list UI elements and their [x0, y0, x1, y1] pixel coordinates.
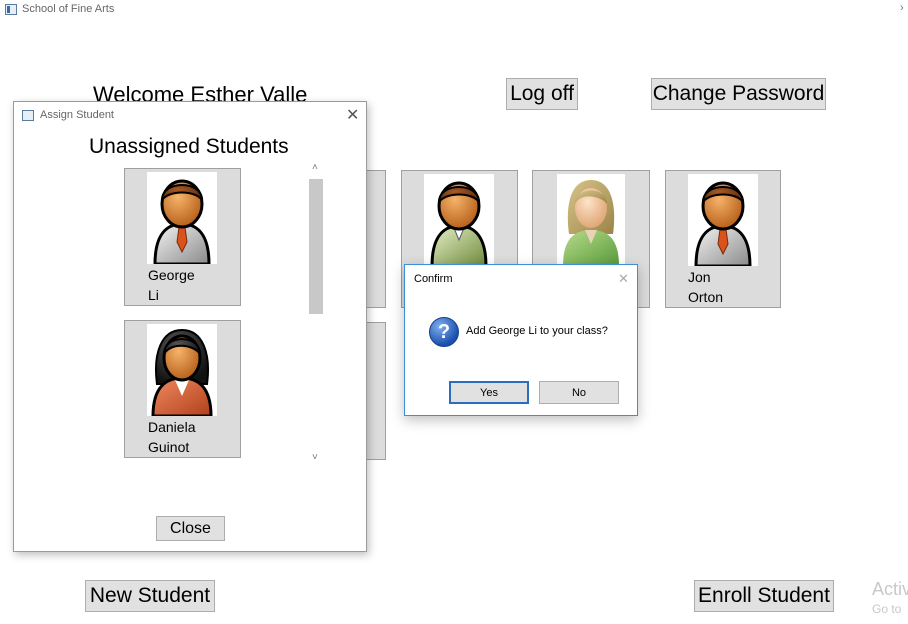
- student-avatar: [147, 324, 217, 416]
- student-last-name: Guinot: [148, 439, 190, 455]
- scrollbar-thumb[interactable]: [309, 179, 323, 314]
- dialog-title: Assign Student: [40, 109, 114, 121]
- unassigned-student-tile[interactable]: George Li: [124, 168, 241, 306]
- close-icon[interactable]: ✕: [618, 271, 629, 287]
- activation-watermark-title: Activ: [872, 579, 908, 599]
- unassigned-student-tile[interactable]: Daniela Guinot: [124, 320, 241, 458]
- chevron-right-icon[interactable]: ›: [900, 2, 904, 14]
- close-button[interactable]: Close: [156, 516, 225, 541]
- change-password-button[interactable]: Change Password: [651, 78, 826, 110]
- student-first-name: George: [148, 267, 195, 283]
- confirm-dialog: Confirm ✕ ? Add George Li to your class?…: [404, 264, 638, 416]
- student-first-name: Jon: [688, 269, 711, 285]
- enroll-student-button[interactable]: Enroll Student: [694, 580, 834, 612]
- student-avatar: [147, 172, 217, 264]
- close-icon[interactable]: ✕: [346, 108, 359, 124]
- window-title: School of Fine Arts: [22, 3, 115, 15]
- new-student-button[interactable]: New Student: [85, 580, 215, 612]
- question-icon: ?: [429, 317, 459, 347]
- no-button[interactable]: No: [539, 381, 619, 404]
- class-student-tile[interactable]: Jon Orton: [665, 170, 781, 308]
- confirm-title: Confirm: [414, 273, 453, 285]
- dialog-app-icon: [22, 110, 34, 121]
- logoff-button[interactable]: Log off: [506, 78, 578, 110]
- student-last-name: Li: [148, 287, 159, 303]
- assign-student-dialog: Assign Student ✕ Unassigned Students Geo…: [13, 101, 367, 552]
- confirm-message: Add George Li to your class?: [466, 325, 608, 337]
- app-icon: [5, 4, 17, 15]
- dialog-heading: Unassigned Students: [89, 135, 289, 158]
- student-avatar: [424, 174, 494, 266]
- yes-button[interactable]: Yes: [449, 381, 529, 404]
- scroll-down-icon[interactable]: ˅: [312, 452, 318, 463]
- student-avatar: [557, 174, 625, 266]
- student-last-name: Orton: [688, 289, 724, 305]
- scroll-up-icon[interactable]: ˄: [312, 162, 318, 173]
- activation-watermark-subtitle: Go to: [872, 602, 902, 616]
- student-first-name: Daniela: [148, 419, 196, 435]
- student-avatar: [688, 174, 758, 266]
